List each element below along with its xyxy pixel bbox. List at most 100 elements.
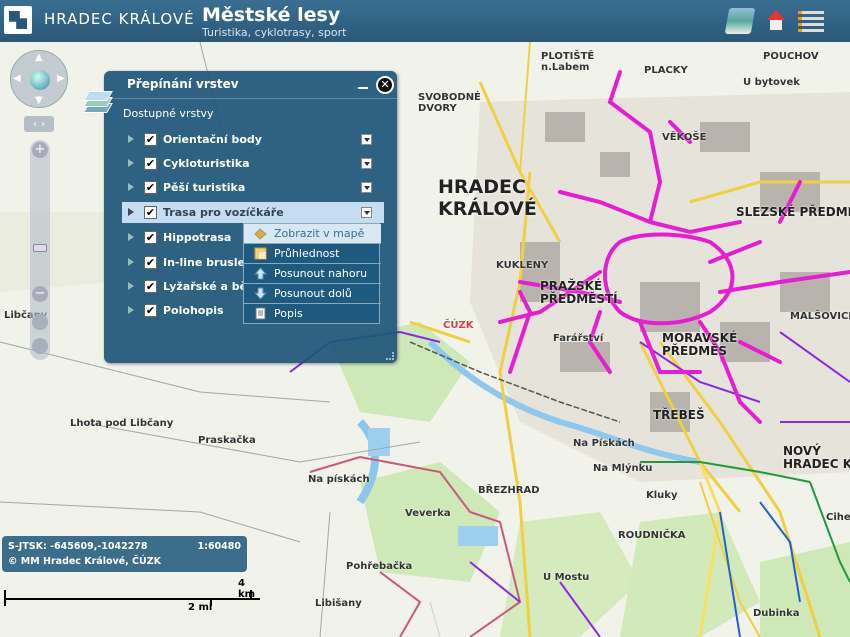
place-label: Pohřebačka [346,561,413,572]
place-label: Na Pískách [573,438,635,449]
place-label: Libišany [315,598,362,609]
place-label: PRAŽSKÉ PŘEDMĚSTÍ [540,279,618,306]
layer-checkbox[interactable]: ✔ [144,133,157,146]
zoom-slider[interactable]: + − [30,140,50,360]
scale-mi-label: 2 mi [188,602,213,613]
layer-menu-button[interactable] [361,182,372,193]
pan-control[interactable]: ▲ ▼ ◀ ▶ [10,50,68,108]
place-label: Na pískách [308,474,370,485]
menu-item-move-down[interactable]: Posunout dolů [244,284,381,304]
place-label: BŘEZHRAD [478,485,540,496]
expand-arrow-icon[interactable] [128,306,134,314]
layers-stack-icon [80,89,114,117]
place-label: MALŠOVICE [790,311,850,322]
place-label: Praskačka [198,435,256,446]
zoom-in-button[interactable]: + [32,142,48,158]
place-label: ČÚZK [443,320,474,331]
arrow-up-icon [254,267,267,280]
scale-readout: 1:60480 [197,541,241,552]
menu-item-zoom-to-map[interactable]: Zobrazit v mapě [244,224,381,244]
scale-line [4,598,260,600]
transparency-icon [254,247,267,260]
layer-checkbox[interactable]: ✔ [144,256,157,269]
layer-label: Pěší turistika [163,181,246,194]
menu-item-move-up[interactable]: Posunout nahoru [244,264,381,284]
layer-row[interactable]: ✔ Pěší turistika [122,177,384,198]
place-label: SLEZSKÉ PŘEDMĚS [736,205,850,219]
coordinates-readout: S-JTSK: -645609,-1042278 [8,541,148,552]
zoom-slider-handle[interactable] [33,244,47,252]
layers-icon[interactable] [724,8,756,34]
expand-arrow-icon[interactable] [128,135,134,143]
layer-label: Orientační body [163,133,262,146]
arrow-down-icon [254,287,267,300]
place-label: POUCHOV [763,51,819,62]
place-label: U bytovek [743,77,800,88]
expand-arrow-icon[interactable] [128,282,134,290]
layer-checkbox[interactable]: ✔ [144,181,157,194]
minimize-button[interactable] [358,79,368,89]
place-label: Farářství [553,333,604,344]
place-label: ROUDNIČKA [618,530,686,541]
place-label: Na Mlýnku [593,463,653,474]
place-label: MORAVSKÉ PŘEDMĚS [662,331,738,358]
app-subtitle: Turistika, cyklotrasy, sport [202,26,347,39]
document-icon [255,307,266,320]
expand-arrow-icon[interactable] [128,233,134,241]
legend-icon[interactable] [798,8,824,34]
place-label: VĚKOŠE [662,132,707,143]
layer-label: Cykloturistika [163,157,250,170]
zoom-to-map-icon [254,228,267,240]
layer-menu-button[interactable] [361,207,372,218]
scale-km-label: 4 km [238,578,256,600]
app-header: HRADEC KRÁLOVÉ Městské lesy Turistika, c… [0,0,850,42]
close-button[interactable]: ✕ [376,76,394,94]
expand-arrow-icon[interactable] [128,208,134,216]
place-label: Lhota pod Libčany [70,418,174,429]
city-label: HRADEC KRÁLOVÉ [438,176,537,220]
menu-item-transparency[interactable]: Průhlednost [244,244,381,264]
layer-menu-button[interactable] [361,134,372,145]
home-icon[interactable] [762,8,788,34]
layer-row[interactable]: ✔ Orientační body [122,129,384,150]
history-arrows[interactable]: ‹ › [24,116,54,132]
globe-icon[interactable] [30,70,50,90]
layer-context-menu: Zobrazit v mapě Průhlednost Posunout nah… [243,223,381,324]
resize-grip-icon[interactable] [386,352,394,360]
panel-title: Přepínání vrstev [127,77,239,91]
layer-label: Hippotrasa [163,231,232,244]
layer-menu-button[interactable] [361,158,372,169]
place-label: Cihelna [826,512,850,523]
menu-item-description[interactable]: Popis [244,304,381,324]
expand-arrow-icon[interactable] [128,183,134,191]
place-label: Dubinka [753,608,800,619]
pan-hand-icon[interactable] [32,314,48,330]
city-name: HRADEC KRÁLOVÉ [44,10,195,28]
expand-arrow-icon[interactable] [128,159,134,167]
layer-row-selected[interactable]: ✔ Trasa pro vozíčkáře [122,202,384,223]
zoom-out-button[interactable]: − [32,286,48,302]
place-label: NOVÝHRADEC KRÁL [783,444,850,471]
layer-checkbox[interactable]: ✔ [144,206,157,219]
copyright-text: © MM Hradec Králové, ČÚZK [8,556,161,567]
place-label: PLACKY [644,65,688,76]
layer-checkbox[interactable]: ✔ [144,157,157,170]
layer-checkbox[interactable]: ✔ [144,280,157,293]
layer-checkbox[interactable]: ✔ [144,304,157,317]
panel-subtitle: Dostupné vrstvy [123,107,214,120]
layer-label: Polohopis [163,304,224,317]
place-label: Kluky [646,490,678,501]
zoom-box-in-icon[interactable] [32,338,48,354]
place-label: SVOBODNÉ DVORY [418,92,481,114]
place-label: Veverka [405,508,451,519]
scale-tick [4,590,6,598]
place-label: PLOTIŠTĚ n.Labem [541,51,595,73]
layer-row[interactable]: ✔ Cykloturistika [122,153,384,174]
status-panel: S-JTSK: -645609,-1042278 1:60480 © MM Hr… [2,536,247,572]
scale-tick [4,598,6,606]
city-logo-icon [4,6,32,34]
layer-label: Trasa pro vozíčkáře [163,206,284,219]
expand-arrow-icon[interactable] [128,258,134,266]
layer-checkbox[interactable]: ✔ [144,231,157,244]
place-label: U Mostu [543,572,590,583]
